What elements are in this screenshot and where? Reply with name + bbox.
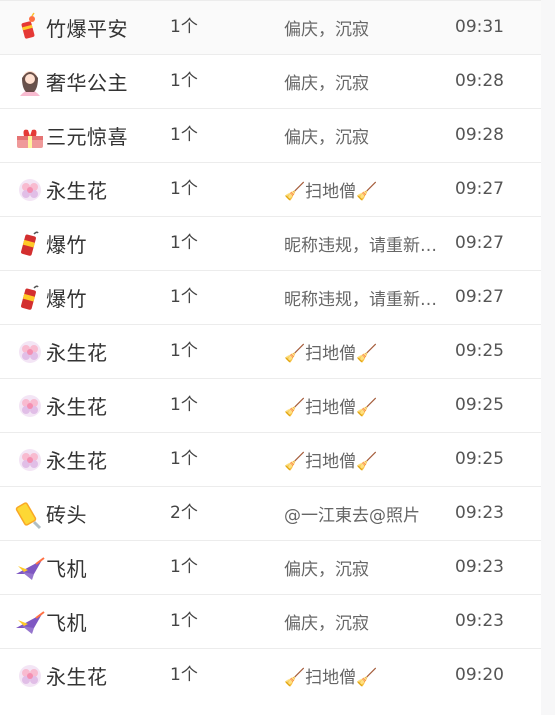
gift-cell: 永生花: [14, 325, 108, 378]
gift-name: 飞机: [46, 611, 87, 635]
airplane-icon: [14, 552, 46, 584]
receiver-name: 🧹扫地僧🧹: [284, 668, 378, 688]
receiver-name: 偏庆，沉寂: [284, 20, 369, 40]
firecracker-icon: [14, 228, 46, 260]
receiver-name: 昵称违规，请重新设置: [284, 290, 446, 310]
gift-name: 永生花: [46, 449, 108, 473]
firecracker-peace-icon: [14, 12, 46, 44]
timestamp: 09:27: [455, 287, 504, 307]
gift-name: 永生花: [46, 665, 108, 689]
gift-count: 1个: [170, 341, 198, 361]
list-item[interactable]: 永生花 1个 🧹扫地僧🧹 09:25: [0, 432, 541, 486]
receiver-name: 🧹扫地僧🧹: [284, 182, 378, 202]
receiver-name: 偏庆，沉寂: [284, 128, 369, 148]
receiver-name: 偏庆，沉寂: [284, 614, 369, 634]
gift-cell: 爆竹: [14, 217, 87, 270]
list-item[interactable]: 永生花 1个 🧹扫地僧🧹 09:25: [0, 324, 541, 378]
list-item[interactable]: 永生花 1个 🧹扫地僧🧹 09:25: [0, 378, 541, 432]
receiver-name: @一江東去@照片: [284, 506, 420, 526]
gift-name: 永生花: [46, 395, 108, 419]
scrollbar[interactable]: [541, 0, 555, 715]
gift-count: 1个: [170, 611, 198, 631]
timestamp: 09:25: [455, 449, 504, 469]
eternal-flower-icon: [14, 174, 46, 206]
gift-cell: 奢华公主: [14, 55, 128, 108]
receiver-name: 昵称违规，请重新设置: [284, 236, 446, 256]
firecracker-icon: [14, 282, 46, 314]
gift-cell: 永生花: [14, 379, 108, 432]
eternal-flower-icon: [14, 444, 46, 476]
gift-cell: 永生花: [14, 649, 108, 702]
timestamp: 09:27: [455, 233, 504, 253]
gift-name: 永生花: [46, 179, 108, 203]
gift-count: 1个: [170, 287, 198, 307]
gift-count: 1个: [170, 71, 198, 91]
list-item[interactable]: 永生花 1个 🧹扫地僧🧹 09:27: [0, 162, 541, 216]
gift-count: 1个: [170, 179, 198, 199]
gift-name: 砖头: [46, 503, 87, 527]
gift-name: 爆竹: [46, 233, 87, 257]
timestamp: 09:23: [455, 611, 504, 631]
timestamp: 09:25: [455, 341, 504, 361]
brick-icon: [14, 498, 46, 530]
timestamp: 09:20: [455, 665, 504, 685]
gift-cell: 三元惊喜: [14, 109, 128, 162]
gift-name: 飞机: [46, 557, 87, 581]
gift-record-list: 竹爆平安 1个 偏庆，沉寂 09:31 奢华公主 1个 偏庆，沉寂 09:28: [0, 0, 542, 715]
timestamp: 09:27: [455, 179, 504, 199]
gift-name: 永生花: [46, 341, 108, 365]
receiver-name: 🧹扫地僧🧹: [284, 344, 378, 364]
gift-cell: 永生花: [14, 433, 108, 486]
gift-count: 1个: [170, 233, 198, 253]
list-item[interactable]: 奢华公主 1个 偏庆，沉寂 09:28: [0, 54, 541, 108]
timestamp: 09:28: [455, 125, 504, 145]
list-item[interactable]: 竹爆平安 1个 偏庆，沉寂 09:31: [0, 0, 541, 54]
gift-count: 2个: [170, 503, 198, 523]
receiver-name: 偏庆，沉寂: [284, 560, 369, 580]
timestamp: 09:23: [455, 557, 504, 577]
gift-cell: 砖头: [14, 487, 87, 540]
gift-count: 1个: [170, 17, 198, 37]
timestamp: 09:31: [455, 17, 504, 37]
gift-count: 1个: [170, 395, 198, 415]
gift-count: 1个: [170, 125, 198, 145]
gift-count: 1个: [170, 449, 198, 469]
timestamp: 09:25: [455, 395, 504, 415]
gift-name: 竹爆平安: [46, 17, 128, 41]
gift-cell: 飞机: [14, 541, 87, 594]
airplane-icon: [14, 606, 46, 638]
receiver-name: 🧹扫地僧🧹: [284, 452, 378, 472]
receiver-name: 偏庆，沉寂: [284, 74, 369, 94]
timestamp: 09:28: [455, 71, 504, 91]
eternal-flower-icon: [14, 660, 46, 692]
receiver-name: 🧹扫地僧🧹: [284, 398, 378, 418]
gift-name: 奢华公主: [46, 71, 128, 95]
eternal-flower-icon: [14, 390, 46, 422]
gift-cell: 竹爆平安: [14, 1, 128, 54]
gift-name: 爆竹: [46, 287, 87, 311]
timestamp: 09:23: [455, 503, 504, 523]
list-item[interactable]: 飞机 1个 偏庆，沉寂 09:23: [0, 540, 541, 594]
gift-cell: 爆竹: [14, 271, 87, 324]
gift-name: 三元惊喜: [46, 125, 128, 149]
list-item[interactable]: 飞机 1个 偏庆，沉寂 09:23: [0, 594, 541, 648]
eternal-flower-icon: [14, 336, 46, 368]
list-item[interactable]: 三元惊喜 1个 偏庆，沉寂 09:28: [0, 108, 541, 162]
gift-count: 1个: [170, 665, 198, 685]
list-item[interactable]: 永生花 1个 🧹扫地僧🧹 09:20: [0, 648, 541, 702]
gift-box-surprise-icon: [14, 120, 46, 152]
list-item[interactable]: 爆竹 1个 昵称违规，请重新设置 09:27: [0, 270, 541, 324]
list-item[interactable]: 爆竹 1个 昵称违规，请重新设置 09:27: [0, 216, 541, 270]
list-item[interactable]: 砖头 2个 @一江東去@照片 09:23: [0, 486, 541, 540]
gift-cell: 飞机: [14, 595, 87, 648]
gift-count: 1个: [170, 557, 198, 577]
gift-cell: 永生花: [14, 163, 108, 216]
luxury-princess-icon: [14, 66, 46, 98]
